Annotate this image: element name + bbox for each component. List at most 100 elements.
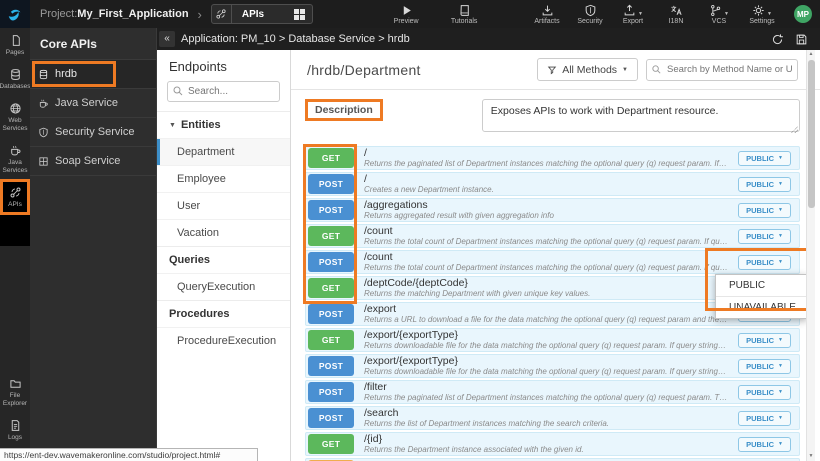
access-dropdown-button[interactable]: PUBLIC ▼ <box>738 385 791 400</box>
endpoint-path: /count <box>364 226 732 237</box>
topbar-item[interactable]: ▼ Preview <box>391 4 421 25</box>
main-content: /hrdb/Department All Methods ▼ <box>291 50 820 461</box>
topbar-item-icon <box>584 4 597 17</box>
access-dropdown-button[interactable]: PUBLIC ▼ <box>738 255 791 270</box>
project-name[interactable]: Project:My_First_Application <box>40 8 189 20</box>
endpoint-row[interactable]: POST /count Returns the total count of D… <box>305 250 800 274</box>
caret-down-icon: ▼ <box>724 11 729 17</box>
section-entities[interactable]: ▼ Entities <box>157 111 290 138</box>
wavemaker-logo[interactable] <box>0 0 30 28</box>
core-api-item[interactable]: Security Service <box>30 117 156 146</box>
rail-item[interactable]: Java Services <box>0 138 30 180</box>
access-dropdown-button[interactable]: PUBLIC ▼ <box>738 151 791 166</box>
endpoint-path: /export/{exportType} <box>364 356 732 367</box>
endpoint-nav-item[interactable]: Vacation <box>157 219 290 246</box>
endpoint-path: / <box>364 174 732 185</box>
endpoint-nav-item[interactable]: Employee <box>157 165 290 192</box>
vertical-scrollbar[interactable]: ▲ ▼ <box>806 50 815 461</box>
section-procedures[interactable]: Procedures <box>157 300 290 327</box>
access-dropdown-button[interactable]: PUBLIC ▼ <box>738 333 791 348</box>
api-icon <box>212 5 232 23</box>
endpoint-description: Returns downloadable file for the data m… <box>364 341 732 350</box>
funnel-icon <box>547 65 557 75</box>
description-textarea[interactable]: Exposes APIs to work with Department res… <box>482 99 800 132</box>
endpoint-row[interactable]: GET /export/{exportType} Returns downloa… <box>305 328 800 352</box>
rail-item[interactable]: Web Services <box>0 96 30 138</box>
grid-icon[interactable] <box>294 9 305 20</box>
topbar-item[interactable]: ▼ Export <box>618 4 648 25</box>
method-search-input[interactable] <box>646 59 798 81</box>
rail-item[interactable]: File Explorer <box>0 371 30 413</box>
endpoint-description: Returns the list of Department instances… <box>364 419 732 428</box>
method-badge: POST <box>308 356 354 376</box>
method-badge: POST <box>308 382 354 402</box>
collapse-panel-button[interactable]: « <box>159 31 175 47</box>
topbar-item[interactable]: ▼ Settings <box>747 4 777 25</box>
topbar-item-icon <box>458 4 471 17</box>
topbar-item-icon <box>709 4 722 17</box>
core-api-label: hrdb <box>55 68 77 80</box>
collapse-triangle-icon: ▼ <box>169 122 176 129</box>
rail-item-label: Java Services <box>1 159 29 175</box>
core-api-icon <box>38 98 49 109</box>
menu-item-public[interactable]: PUBLIC <box>716 275 806 296</box>
endpoint-path: /export <box>364 304 732 315</box>
tab-apis[interactable]: APIs <box>211 4 313 24</box>
access-dropdown-button[interactable]: PUBLIC ▼ <box>738 411 791 426</box>
topbar-item[interactable]: ▼ Security <box>575 4 605 25</box>
core-api-item[interactable]: hrdb <box>30 59 156 88</box>
endpoint-nav-label: ProcedureExecution <box>177 335 276 347</box>
rail-item[interactable]: Logs <box>0 413 30 447</box>
caret-down-icon: ▼ <box>638 11 643 17</box>
endpoint-nav-item[interactable]: User <box>157 192 290 219</box>
endpoint-row[interactable]: POST /search Returns the list of Departm… <box>305 406 800 430</box>
rail-item[interactable]: Pages <box>0 28 30 62</box>
endpoint-description: Returns a URL to download a file for the… <box>364 315 732 324</box>
project-label: Project: <box>40 8 77 20</box>
endpoint-row[interactable]: GET /{id} Returns the Department instanc… <box>305 432 800 456</box>
access-dropdown-button[interactable]: PUBLIC ▼ <box>738 437 791 452</box>
endpoint-row[interactable]: POST / Creates a new Department instance… <box>305 172 800 196</box>
refresh-button[interactable] <box>771 33 784 46</box>
endpoint-row[interactable]: POST /aggregations Returns aggregated re… <box>305 198 800 222</box>
scroll-up-arrow[interactable]: ▲ <box>809 50 814 59</box>
access-dropdown-button[interactable]: PUBLIC ▼ <box>738 203 791 218</box>
endpoint-nav-item[interactable]: QueryExecution <box>157 273 290 300</box>
method-badge: POST <box>308 408 354 428</box>
endpoint-description: Returns the Department instance associat… <box>364 445 732 454</box>
left-icon-rail: Pages Databases Web Services Java Servic… <box>0 28 30 461</box>
rail-item-label: Databases <box>0 83 31 91</box>
search-icon <box>651 64 662 75</box>
topbar-item[interactable]: ▼ I18N <box>661 4 691 25</box>
topbar-right: ▼ Artifacts ▼ Security ▼ Export ▼ I18N ▼… <box>532 4 820 25</box>
section-queries[interactable]: Queries <box>157 246 290 273</box>
rail-item[interactable]: Databases <box>0 62 30 96</box>
endpoint-path: / <box>364 148 732 159</box>
endpoint-nav-item[interactable]: ProcedureExecution <box>157 327 290 354</box>
scroll-thumb[interactable] <box>808 60 815 208</box>
rail-item[interactable]: APIs <box>0 180 30 214</box>
topbar-item[interactable]: ▼ VCS <box>704 4 734 25</box>
endpoint-row[interactable]: POST /export/{exportType} Returns downlo… <box>305 354 800 378</box>
core-api-item[interactable]: Soap Service <box>30 146 156 176</box>
access-dropdown-button[interactable]: PUBLIC ▼ <box>738 177 791 192</box>
save-button[interactable] <box>795 33 808 46</box>
topbar-item[interactable]: ▼ Artifacts <box>532 4 562 25</box>
endpoint-row[interactable]: GET / Returns the paginated list of Depa… <box>305 146 800 170</box>
access-dropdown-menu: PUBLIC UNAVAILABLE <box>715 274 807 319</box>
endpoint-description: Creates a new Department instance. <box>364 185 732 194</box>
core-api-item[interactable]: Java Service <box>30 88 156 117</box>
endpoint-row[interactable]: POST /filter Returns the paginated list … <box>305 380 800 404</box>
user-avatar[interactable]: MP <box>794 5 812 23</box>
topbar-item[interactable]: ▼ Tutorials <box>449 4 479 25</box>
access-dropdown-button[interactable]: PUBLIC ▼ <box>738 359 791 374</box>
caret-down-icon: ▼ <box>778 389 783 395</box>
rail-item-icon <box>9 34 22 47</box>
menu-item-unavailable[interactable]: UNAVAILABLE <box>716 296 806 318</box>
methods-filter-dropdown[interactable]: All Methods ▼ <box>537 58 638 81</box>
access-dropdown-button[interactable]: PUBLIC ▼ <box>738 229 791 244</box>
scroll-down-arrow[interactable]: ▼ <box>809 452 814 461</box>
endpoint-row[interactable]: GET /count Returns the total count of De… <box>305 224 800 248</box>
endpoint-nav-item[interactable]: Department <box>157 138 290 165</box>
breadcrumb: Application: PM_10 > Database Service > … <box>181 33 410 45</box>
